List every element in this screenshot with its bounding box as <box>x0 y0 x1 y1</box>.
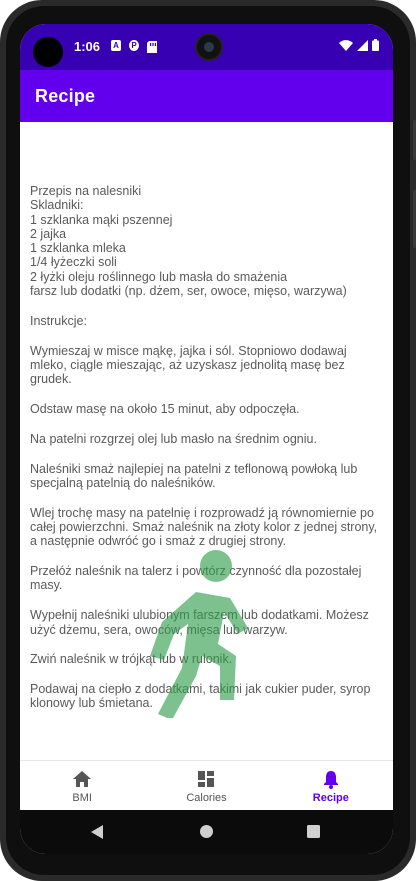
home-button-icon[interactable] <box>199 824 214 839</box>
ingredient-item: 1 szklanka mąki pszennej <box>30 212 173 227</box>
camera-cutout <box>33 37 63 67</box>
back-icon[interactable] <box>90 824 104 840</box>
a-icon: A <box>111 40 121 51</box>
instruction-step: Naleśniki smaż najlepiej na patelni z te… <box>30 461 358 490</box>
signal-icon <box>357 38 368 56</box>
ingredients-heading: Skladniki: <box>30 198 84 213</box>
instruction-step: Przełóż naleśnik na talerz i powtórz czy… <box>30 564 362 593</box>
recipe-content: Przepis na nalesniki Skladniki: 1 szklan… <box>30 184 385 726</box>
system-navigation-bar <box>20 810 393 854</box>
app-bar: Recipe <box>20 70 393 122</box>
nav-label-bmi: BMI <box>72 792 92 804</box>
ingredient-item: 2 łyżki oleju roślinnego lub masła do sm… <box>30 269 288 284</box>
instruction-step: Zwiń naleśnik w trójkąt lub w rulonik. <box>30 652 233 667</box>
instruction-step: Wymieszaj w misce mąkę, jajka i sól. Sto… <box>30 343 347 387</box>
ingredients-block: Przepis na nalesniki Skladniki: 1 szklan… <box>30 184 385 298</box>
recipe-title: Przepis na nalesniki <box>30 184 142 198</box>
dashboard-icon <box>198 771 215 787</box>
wifi-icon <box>339 38 353 56</box>
nav-item-bmi[interactable]: BMI <box>20 761 144 811</box>
page-title: Recipe <box>35 86 96 106</box>
status-time: 1:06 <box>74 39 101 54</box>
phone-frame: 1:06 A P Recipe Przepis na nalesniki Skl… <box>0 0 416 881</box>
instructions-heading: Instrukcje: <box>30 313 87 328</box>
bottom-navigation: BMI Calories Recipe <box>20 760 393 811</box>
home-icon <box>73 771 92 787</box>
instruction-step: Odstaw masę na około 15 minut, aby odpoc… <box>30 402 300 417</box>
instruction-step: Wypełnij naleśniki ulubionym farszem lub… <box>30 608 369 637</box>
nav-label-recipe: Recipe <box>312 792 349 804</box>
nav-label-calories: Calories <box>186 792 227 804</box>
nav-item-calories[interactable]: Calories <box>144 761 268 811</box>
bell-icon <box>323 771 338 789</box>
status-bar: 1:06 A P <box>20 24 393 70</box>
front-camera <box>195 33 223 61</box>
battery-icon <box>372 38 379 56</box>
ingredient-item: 2 jajka <box>30 226 67 241</box>
ingredient-item: 1 szklanka mleka <box>30 241 126 256</box>
p-icon: P <box>129 40 139 51</box>
sd-card-icon <box>147 40 157 58</box>
instruction-step: Wlej trochę masy na patelnię i rozprowad… <box>30 505 378 549</box>
nav-item-recipe[interactable]: Recipe <box>269 761 393 811</box>
instruction-step: Na patelni rozgrzej olej lub masło na śr… <box>30 431 317 446</box>
screen: 1:06 A P Recipe Przepis na nalesniki Skl… <box>20 24 393 854</box>
ingredient-item: 1/4 łyżeczki soli <box>30 255 117 270</box>
instruction-step: Podawaj na ciepło z dodatkami, takimi ja… <box>30 682 371 711</box>
ingredient-item: farsz lub dodatki (np. dżem, ser, owoce,… <box>30 284 347 299</box>
recents-icon[interactable] <box>307 825 320 838</box>
